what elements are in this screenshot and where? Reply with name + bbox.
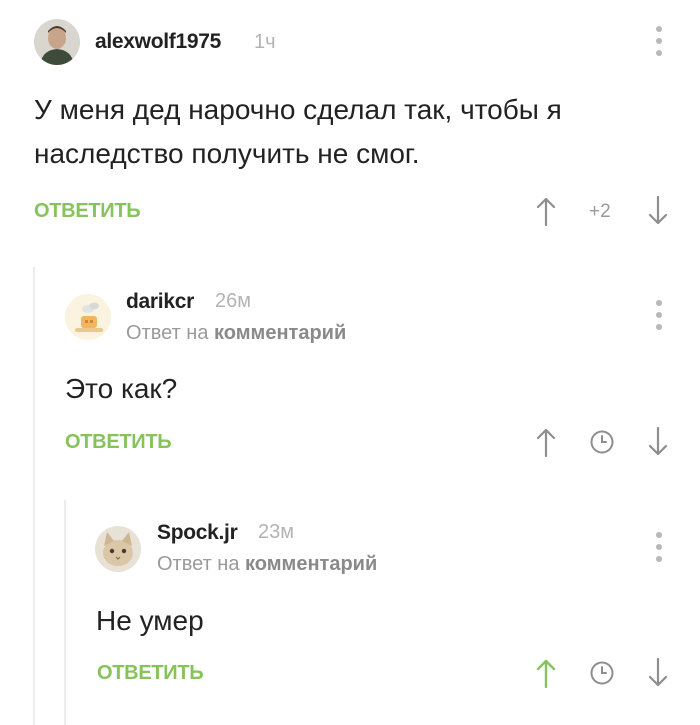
author-name[interactable]: darikcr — [126, 290, 194, 314]
up-arrow-icon[interactable] — [536, 427, 556, 462]
author-name[interactable]: alexwolf1975 — [95, 30, 221, 54]
up-arrow-icon[interactable] — [536, 196, 556, 231]
comment-text: Это как? — [65, 373, 178, 404]
down-arrow-icon[interactable] — [648, 426, 668, 462]
reply-button[interactable]: ОТВЕТИТЬ — [65, 431, 172, 454]
clock-icon[interactable] — [589, 660, 615, 691]
reply-to-link[interactable]: Ответ на комментарий — [126, 322, 346, 345]
down-arrow-icon[interactable] — [648, 657, 668, 693]
avatar[interactable] — [65, 294, 111, 340]
reply-button[interactable]: ОТВЕТИТЬ — [97, 662, 204, 685]
reply-to-target[interactable]: комментарий — [245, 553, 377, 575]
comment-text-line: наследство получить не смог. — [34, 138, 420, 169]
comment-spock-jr: Spock.jr 23м Ответ на комментарий Не уме… — [0, 500, 700, 725]
comment-text: Не умер — [96, 605, 204, 636]
timestamp: 26м — [215, 290, 251, 312]
avatar[interactable] — [95, 526, 141, 572]
author-name[interactable]: Spock.jr — [157, 521, 238, 545]
reply-to-target[interactable]: комментарий — [214, 322, 346, 344]
more-vertical-icon[interactable] — [649, 298, 669, 332]
reply-to-prefix: Ответ на — [126, 322, 209, 344]
avatar[interactable] — [34, 19, 80, 65]
more-vertical-icon[interactable] — [649, 24, 669, 58]
reply-to-link[interactable]: Ответ на комментарий — [157, 553, 377, 576]
comment-text-line: У меня дед нарочно сделал так, чтобы я — [34, 94, 562, 125]
reply-to-prefix: Ответ на — [157, 553, 240, 575]
more-vertical-icon[interactable] — [649, 530, 669, 564]
up-arrow-icon[interactable] — [536, 658, 556, 693]
rating-value: +2 — [589, 201, 611, 222]
clock-icon[interactable] — [589, 429, 615, 460]
reply-button[interactable]: ОТВЕТИТЬ — [34, 200, 141, 223]
comment-darikcr: darikcr 26м Ответ на комментарий Это как… — [0, 270, 700, 470]
down-arrow-icon[interactable] — [648, 195, 668, 231]
timestamp: 1ч — [254, 31, 276, 53]
comment-text: У меня дед нарочно сделал так, чтобы я н… — [34, 88, 562, 176]
timestamp: 23м — [258, 521, 294, 543]
comment-alexwolf1975: alexwolf1975 1ч У меня дед нарочно сдела… — [0, 0, 700, 240]
